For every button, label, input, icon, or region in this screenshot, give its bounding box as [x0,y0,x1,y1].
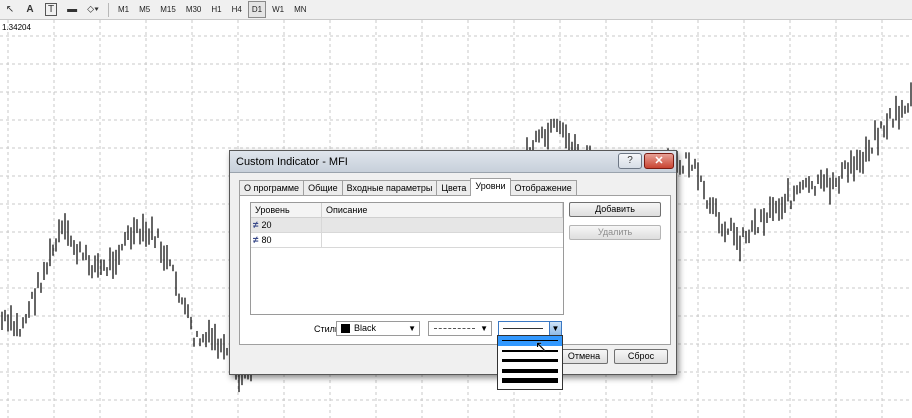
level-description[interactable] [322,218,563,232]
tab-colors[interactable]: Цвета [436,180,472,196]
toolbar-separator [108,2,109,17]
dialog-title: Custom Indicator - MFI [236,156,348,168]
help-button[interactable]: ? [618,153,642,169]
timeframe-m15[interactable]: M15 [156,1,180,18]
tab-levels[interactable]: Уровни [470,178,511,196]
line-width-option-2[interactable] [498,346,562,356]
timeframe-w1[interactable]: W1 [268,1,288,18]
tab-visualization[interactable]: Отображение [509,180,577,196]
table-row[interactable]: ≠ 80 [251,233,563,248]
level-value[interactable]: 80 [262,235,272,245]
line-width-select[interactable]: ▼ [498,321,562,336]
line-width-option-3[interactable] [498,356,562,366]
timeframe-d1[interactable]: D1 [247,1,267,18]
dashed-line-preview [434,328,475,329]
level-icon: ≠ [253,234,259,246]
timeframe-mn[interactable]: MN [290,1,310,18]
color-value: Black [354,323,377,333]
delete-level-button[interactable]: Удалить [569,225,661,240]
grid-header: Уровень Описание [251,203,563,218]
timeframe-h4[interactable]: H4 [228,1,246,18]
line-width-preview [503,328,543,329]
level-icon: ≠ [253,219,259,231]
custom-indicator-dialog: Custom Indicator - MFI ? ✕ О программе О… [229,150,677,375]
timeframe-m30[interactable]: M30 [182,1,206,18]
reset-button[interactable]: Сброс [614,349,668,364]
chevron-down-icon: ▼ [480,324,488,333]
label-tool-icon[interactable]: T [41,1,61,18]
objects-tool-icon[interactable]: ⬦▾ [83,1,103,18]
line-style-select[interactable]: ▼ [428,321,492,336]
timeframe-m1[interactable]: M1 [114,1,133,18]
levels-grid[interactable]: Уровень Описание ≠ 20 ≠ 80 [250,202,564,315]
close-button[interactable]: ✕ [644,153,674,169]
cursor-tool-icon[interactable]: ↖ [1,1,19,18]
line-width-option-1[interactable] [498,336,562,346]
header-level[interactable]: Уровень [251,203,322,217]
line-width-option-4[interactable] [498,366,562,376]
table-row[interactable]: ≠ 20 [251,218,563,233]
line-width-dropdown [497,335,563,390]
tab-common[interactable]: Общие [303,180,343,196]
text-tool-icon[interactable]: A [21,1,39,18]
tab-about[interactable]: О программе [239,180,305,196]
price-label: 1.34204 [2,23,31,32]
tab-inputs[interactable]: Входные параметры [341,180,438,196]
timeframe-m5[interactable]: M5 [135,1,154,18]
chevron-down-icon[interactable]: ▼ [549,322,561,335]
header-description[interactable]: Описание [322,203,563,217]
dialog-tabs: О программе Общие Входные параметры Цвет… [239,178,577,196]
cancel-button[interactable]: Отмена [560,349,608,364]
add-level-button[interactable]: Добавить [569,202,661,217]
chevron-down-icon: ▼ [408,324,416,333]
level-description[interactable] [322,233,563,247]
color-swatch [341,324,350,333]
mouse-pointer-icon: ↖ [535,338,547,354]
line-width-option-5[interactable] [498,376,562,386]
level-value[interactable]: 20 [262,220,272,230]
chart-toolbar: ↖ A T ▬ ⬦▾ M1 M5 M15 M30 H1 H4 D1 W1 MN [0,0,912,20]
dialog-titlebar[interactable]: Custom Indicator - MFI ? ✕ [230,151,676,173]
levels-panel: Уровень Описание ≠ 20 ≠ 80 Добавить Удалит… [239,195,671,345]
timeframe-h1[interactable]: H1 [207,1,225,18]
color-select[interactable]: Black ▼ [336,321,420,336]
rectangle-tool-icon[interactable]: ▬ [63,1,81,18]
